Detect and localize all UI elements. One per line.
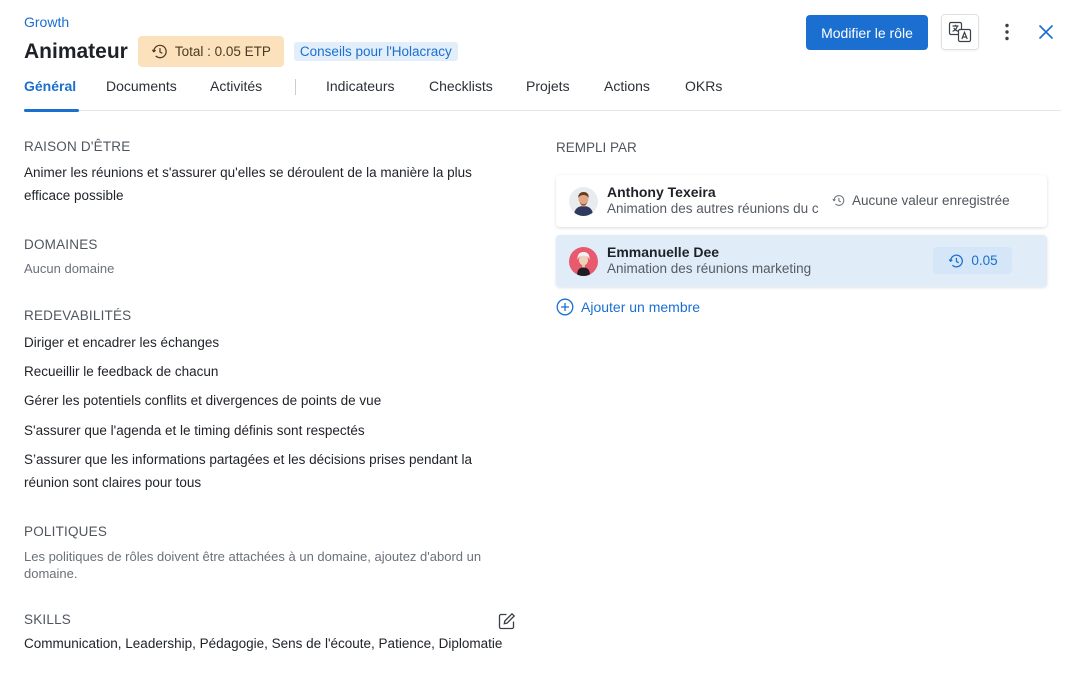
tab-indicators[interactable]: Indicateurs bbox=[326, 78, 394, 111]
close-icon bbox=[1038, 24, 1054, 40]
policies-text: Les politiques de rôles doivent être att… bbox=[24, 549, 482, 581]
add-member-label: Ajouter un membre bbox=[581, 299, 701, 315]
etp-total-badge: Total : 0.05 ETP bbox=[137, 36, 284, 67]
domains-heading: DOMAINES bbox=[24, 237, 98, 252]
avatar bbox=[569, 187, 598, 216]
more-options-button[interactable] bbox=[997, 20, 1017, 44]
member-name: Anthony Texeira bbox=[607, 184, 716, 200]
close-button[interactable] bbox=[1035, 20, 1057, 44]
avatar bbox=[569, 247, 598, 276]
tab-projects[interactable]: Projets bbox=[526, 78, 570, 111]
purpose-heading: RAISON D'ÊTRE bbox=[24, 139, 131, 154]
tab-divider bbox=[295, 79, 296, 95]
policies-heading: POLITIQUES bbox=[24, 524, 108, 539]
holacracy-tips-link[interactable]: Conseils pour l'Holacracy bbox=[293, 42, 458, 61]
accountability-item: S’assurer que les informations partagées… bbox=[24, 452, 472, 490]
history-clock-icon bbox=[949, 254, 964, 267]
member-card[interactable]: Emmanuelle Dee Animation des réunions ma… bbox=[556, 235, 1047, 287]
etp-total-text: Total : 0.05 ETP bbox=[174, 44, 271, 59]
no-value-text: Aucune valeur enregistrée bbox=[852, 193, 1010, 208]
purpose-text: Animer les réunions et s'assurer qu'elle… bbox=[24, 165, 472, 203]
accountability-item: Gérer les potentiels conflits et diverge… bbox=[24, 393, 382, 408]
tab-actions[interactable]: Actions bbox=[604, 78, 650, 111]
edit-role-button[interactable]: Modifier le rôle bbox=[806, 15, 928, 50]
breadcrumb[interactable]: Growth bbox=[24, 14, 69, 30]
domains-text: Aucun domaine bbox=[24, 261, 115, 276]
translate-icon bbox=[948, 21, 972, 43]
more-vertical-icon bbox=[1005, 23, 1009, 41]
tab-checklists[interactable]: Checklists bbox=[429, 78, 493, 111]
accountability-item: Recueillir le feedback de chacun bbox=[24, 364, 219, 379]
add-circle-icon bbox=[556, 298, 574, 316]
member-etp-value[interactable]: Aucune valeur enregistrée bbox=[831, 193, 1010, 208]
add-member-button[interactable]: Ajouter un membre bbox=[556, 298, 700, 316]
page-title: Animateur bbox=[24, 39, 128, 63]
tab-bar: Général Documents Activités Indicateurs … bbox=[24, 74, 1061, 112]
member-card[interactable]: Anthony Texeira Animation des autres réu… bbox=[556, 175, 1047, 227]
member-etp-value[interactable]: 0.05 bbox=[933, 247, 1012, 274]
accountabilities-heading: REDEVABILITÉS bbox=[24, 308, 132, 323]
tab-activities[interactable]: Activités bbox=[210, 78, 262, 111]
filled-by-heading: REMPLI PAR bbox=[556, 140, 637, 155]
member-description: Animation des autres réunions du c bbox=[607, 201, 819, 216]
history-clock-icon bbox=[832, 195, 845, 206]
member-description: Animation des réunions marketing bbox=[607, 261, 812, 276]
edit-skills-button[interactable] bbox=[498, 612, 516, 630]
member-name: Emmanuelle Dee bbox=[607, 244, 720, 260]
history-clock-icon bbox=[151, 44, 167, 59]
translate-button[interactable] bbox=[941, 14, 979, 50]
title-row: Animateur Total : 0.05 ETP Conseils pour… bbox=[24, 36, 458, 67]
tab-documents[interactable]: Documents bbox=[106, 78, 177, 111]
accountability-item: S'assurer que l'agenda et le timing défi… bbox=[24, 423, 365, 438]
tab-general[interactable]: Général bbox=[24, 78, 80, 112]
edit-icon bbox=[498, 612, 516, 630]
skills-text: Communication, Leadership, Pédagogie, Se… bbox=[24, 636, 503, 651]
tab-okrs[interactable]: OKRs bbox=[685, 78, 722, 111]
accountability-item: Diriger et encadrer les échanges bbox=[24, 335, 220, 350]
skills-heading: SKILLS bbox=[24, 612, 71, 627]
etp-value-text: 0.05 bbox=[971, 253, 998, 268]
